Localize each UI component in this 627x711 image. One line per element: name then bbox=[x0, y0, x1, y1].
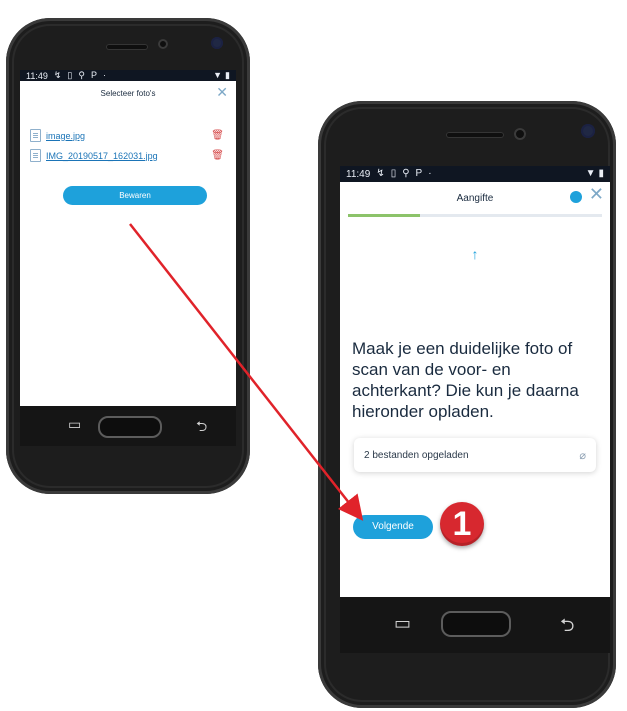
save-button[interactable]: Bewaren bbox=[63, 186, 207, 205]
file-row: IMG_20190517_162031.jpg 🗑 bbox=[20, 149, 236, 162]
status-icon-1: ↯ bbox=[376, 168, 385, 179]
status-icon-5: · bbox=[428, 168, 432, 179]
clock: 11:49 bbox=[346, 168, 371, 180]
upload-status-card[interactable]: 2 bestanden opgeladen ⌀ bbox=[354, 438, 596, 472]
recents-icon[interactable]: ▭ bbox=[68, 416, 81, 433]
file-link[interactable]: image.jpg bbox=[46, 131, 85, 141]
recents-icon[interactable]: ▭ bbox=[394, 613, 411, 634]
status-icon-4: Ρ bbox=[415, 168, 423, 179]
android-nav-bar: ▭ ⮌ bbox=[20, 406, 236, 446]
status-icon-5: · bbox=[102, 70, 106, 80]
status-icon-4: Ρ bbox=[90, 70, 97, 80]
edit-icon[interactable]: ⌀ bbox=[579, 449, 586, 462]
close-icon[interactable]: ✕ bbox=[589, 184, 604, 205]
step-badge: 1 bbox=[440, 502, 484, 546]
status-left: 11:49 ↯ ▯ ⚲ Ρ · bbox=[340, 169, 432, 180]
instruction-text: Maak je een duidelijke foto of scan van … bbox=[352, 339, 579, 421]
up-arrow-icon: ↑ bbox=[471, 246, 479, 262]
left-phone-frame: 11:49 ↯ ▯ ⚲ Ρ · ▼ ▮ Selecteer foto's ✕ i… bbox=[6, 18, 250, 494]
status-bar: 11:49 ↯ ▯ ⚲ Ρ · ▼ ▮ bbox=[340, 166, 610, 182]
status-icon-2: ▯ bbox=[67, 70, 73, 80]
speaker-grille bbox=[106, 44, 148, 50]
wifi-icon: ▼ bbox=[585, 168, 596, 179]
front-camera bbox=[158, 39, 168, 49]
progress-fill bbox=[348, 214, 420, 217]
trash-icon[interactable]: 🗑 bbox=[211, 130, 224, 141]
file-icon bbox=[30, 129, 41, 142]
status-icon-3: ⚲ bbox=[78, 70, 85, 80]
status-right: ▼ ▮ bbox=[213, 71, 236, 80]
wifi-icon: ▼ bbox=[213, 70, 223, 80]
home-button[interactable] bbox=[98, 416, 162, 438]
upload-status-text: 2 bestanden opgeladen bbox=[364, 449, 469, 461]
speaker-grille bbox=[446, 132, 504, 138]
clock: 11:49 bbox=[26, 70, 48, 81]
back-icon[interactable]: ⮌ bbox=[560, 613, 574, 643]
front-camera bbox=[514, 128, 526, 140]
file-row: image.jpg 🗑 bbox=[20, 129, 236, 142]
sensor bbox=[211, 37, 223, 49]
status-icon-1: ↯ bbox=[53, 70, 62, 80]
right-screen: 11:49 ↯ ▯ ⚲ Ρ · ▼ ▮ Aangifte ✕ ↑ Maak je… bbox=[340, 166, 610, 653]
trash-icon[interactable]: 🗑 bbox=[211, 150, 224, 161]
status-icon-2: ▯ bbox=[390, 168, 397, 179]
battery-icon: ▮ bbox=[225, 70, 230, 80]
page-title: Selecteer foto's bbox=[100, 89, 156, 98]
right-phone-frame: 11:49 ↯ ▯ ⚲ Ρ · ▼ ▮ Aangifte ✕ ↑ Maak je… bbox=[318, 101, 616, 708]
file-icon bbox=[30, 149, 41, 162]
status-left: 11:49 ↯ ▯ ⚲ Ρ · bbox=[20, 71, 106, 81]
left-screen: 11:49 ↯ ▯ ⚲ Ρ · ▼ ▮ Selecteer foto's ✕ i… bbox=[20, 70, 236, 446]
android-nav-bar: ▭ ⮌ bbox=[340, 597, 610, 653]
next-button[interactable]: Volgende bbox=[353, 515, 433, 539]
home-button[interactable] bbox=[441, 611, 511, 637]
back-icon[interactable]: ⮌ bbox=[196, 416, 207, 440]
file-link[interactable]: IMG_20190517_162031.jpg bbox=[46, 151, 158, 161]
close-icon[interactable]: ✕ bbox=[216, 84, 228, 101]
status-icon-3: ⚲ bbox=[402, 168, 410, 179]
status-bar: 11:49 ↯ ▯ ⚲ Ρ · ▼ ▮ bbox=[20, 70, 236, 81]
sensor bbox=[581, 124, 595, 138]
battery-icon: ▮ bbox=[598, 168, 604, 179]
status-right: ▼ ▮ bbox=[586, 169, 610, 179]
chat-icon[interactable] bbox=[570, 191, 582, 203]
